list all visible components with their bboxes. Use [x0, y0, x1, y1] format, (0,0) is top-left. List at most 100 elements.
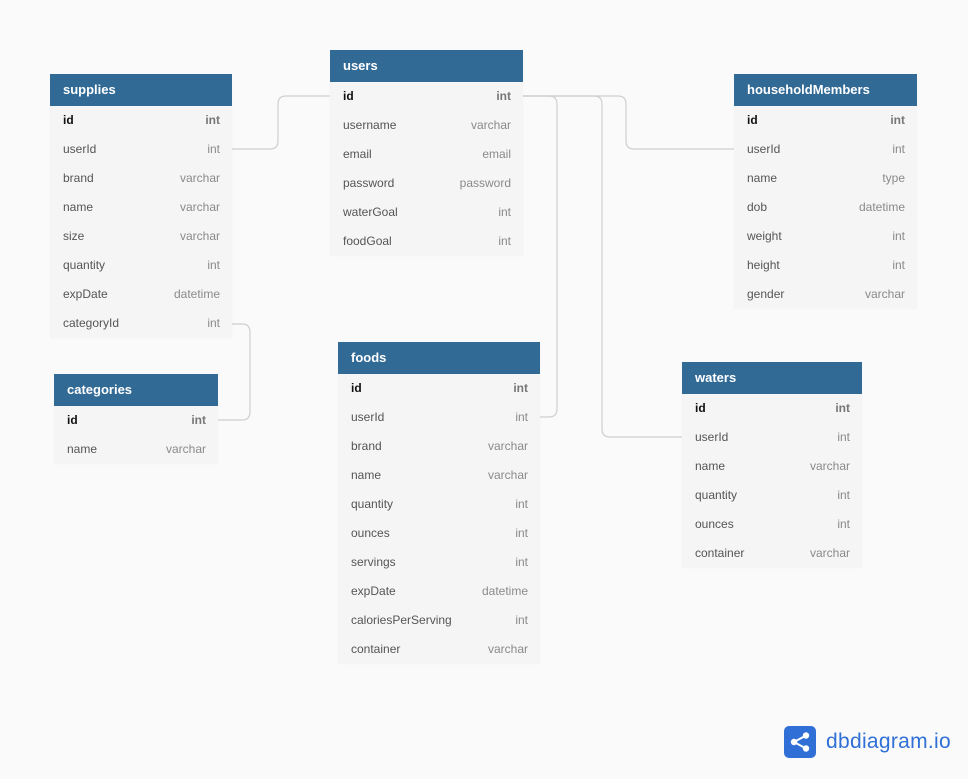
column-row[interactable]: ounces int	[338, 519, 540, 548]
link-supplies-categoryId-categories-id	[218, 323, 251, 421]
table-supplies[interactable]: supplies id int userId int brand varchar name va…	[50, 74, 232, 338]
link-users-id-householdMembers-userId	[523, 95, 734, 150]
column-row[interactable]: name varchar	[54, 435, 218, 464]
column-name: name	[63, 200, 94, 214]
column-type: varchar	[487, 642, 528, 656]
column-row[interactable]: expDate datetime	[338, 577, 540, 606]
column-type: int	[892, 258, 905, 272]
column-name: name	[67, 442, 98, 456]
link-supplies-userId-users-id	[232, 95, 330, 150]
table-waters[interactable]: waters id int userId int name varchar quantity i…	[682, 362, 862, 568]
column-row[interactable]: name varchar	[682, 452, 862, 481]
column-type: int	[890, 113, 905, 127]
column-name: container	[351, 642, 401, 656]
column-name: id	[67, 413, 78, 427]
column-row[interactable]: name type	[734, 164, 917, 193]
table-householdMembers[interactable]: householdMembers id int userId int name type do…	[734, 74, 917, 309]
column-row[interactable]: waterGoal int	[330, 198, 523, 227]
column-row[interactable]: height int	[734, 251, 917, 280]
column-name: id	[695, 401, 706, 415]
column-name: ounces	[351, 526, 390, 540]
column-name: id	[343, 89, 354, 103]
column-type: int	[837, 430, 850, 444]
column-type: int	[498, 234, 511, 248]
column-name: servings	[351, 555, 396, 569]
share-icon	[784, 726, 816, 758]
column-type: varchar	[470, 118, 511, 132]
column-row[interactable]: categoryId int	[50, 309, 232, 338]
column-row[interactable]: quantity int	[50, 251, 232, 280]
column-row[interactable]: ounces int	[682, 510, 862, 539]
column-name: ounces	[695, 517, 734, 531]
table-users[interactable]: users id int username varchar email email passw…	[330, 50, 523, 256]
column-type: password	[459, 176, 511, 190]
table-header[interactable]: users	[330, 50, 523, 82]
column-row[interactable]: id int	[330, 82, 523, 111]
column-row[interactable]: id int	[338, 374, 540, 403]
dbdiagram-logo[interactable]: dbdiagram.io	[784, 726, 951, 758]
column-row[interactable]: gender varchar	[734, 280, 917, 309]
column-name: id	[351, 381, 362, 395]
table-categories[interactable]: categories id int name varchar	[54, 374, 218, 464]
column-row[interactable]: dob datetime	[734, 193, 917, 222]
table-header[interactable]: categories	[54, 374, 218, 406]
column-type: int	[892, 229, 905, 243]
column-type: int	[498, 205, 511, 219]
column-name: foodGoal	[343, 234, 392, 248]
column-row[interactable]: userId int	[338, 403, 540, 432]
column-name: id	[747, 113, 758, 127]
column-type: datetime	[481, 584, 528, 598]
column-type: int	[515, 613, 528, 627]
column-row[interactable]: password password	[330, 169, 523, 198]
column-row[interactable]: servings int	[338, 548, 540, 577]
column-name: name	[747, 171, 778, 185]
column-row[interactable]: brand varchar	[338, 432, 540, 461]
column-row[interactable]: username varchar	[330, 111, 523, 140]
table-header[interactable]: waters	[682, 362, 862, 394]
column-type: email	[482, 147, 511, 161]
column-name: dob	[747, 200, 768, 214]
column-type: int	[515, 410, 528, 424]
column-row[interactable]: brand varchar	[50, 164, 232, 193]
column-name: id	[63, 113, 74, 127]
column-row[interactable]: expDate datetime	[50, 280, 232, 309]
table-header[interactable]: foods	[338, 342, 540, 374]
column-name: quantity	[63, 258, 106, 272]
column-row[interactable]: quantity int	[682, 481, 862, 510]
column-row[interactable]: userId int	[50, 135, 232, 164]
column-type: int	[513, 381, 528, 395]
column-row[interactable]: container varchar	[338, 635, 540, 664]
column-row[interactable]: id int	[54, 406, 218, 435]
column-type: varchar	[179, 171, 220, 185]
column-row[interactable]: name varchar	[338, 461, 540, 490]
column-row[interactable]: id int	[682, 394, 862, 423]
column-row[interactable]: id int	[734, 106, 917, 135]
column-name: container	[695, 546, 745, 560]
logo-text: dbdiagram.io	[826, 730, 952, 753]
column-type: int	[191, 413, 206, 427]
table-header[interactable]: supplies	[50, 74, 232, 106]
column-row[interactable]: userId int	[734, 135, 917, 164]
column-row[interactable]: quantity int	[338, 490, 540, 519]
column-name: email	[343, 147, 372, 161]
column-row[interactable]: size varchar	[50, 222, 232, 251]
column-name: height	[747, 258, 780, 272]
table-foods[interactable]: foods id int userId int brand varchar name varch…	[338, 342, 540, 664]
table-header[interactable]: householdMembers	[734, 74, 917, 106]
column-name: categoryId	[63, 316, 120, 330]
column-type: int	[837, 488, 850, 502]
column-type: int	[207, 316, 220, 330]
column-row[interactable]: caloriesPerServing int	[338, 606, 540, 635]
column-type: varchar	[165, 442, 206, 456]
column-name: userId	[63, 142, 97, 156]
column-row[interactable]: container varchar	[682, 539, 862, 568]
column-row[interactable]: id int	[50, 106, 232, 135]
column-type: int	[207, 142, 220, 156]
column-name: userId	[351, 410, 385, 424]
column-row[interactable]: name varchar	[50, 193, 232, 222]
column-row[interactable]: email email	[330, 140, 523, 169]
column-row[interactable]: foodGoal int	[330, 227, 523, 256]
column-row[interactable]: userId int	[682, 423, 862, 452]
column-type: varchar	[809, 459, 850, 473]
column-row[interactable]: weight int	[734, 222, 917, 251]
